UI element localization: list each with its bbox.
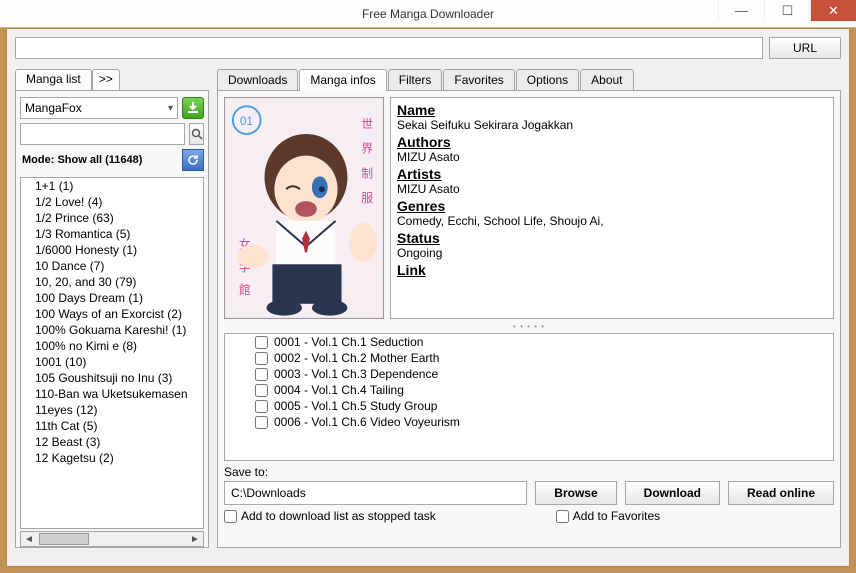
list-item[interactable]: 1/3 Romantica (5) xyxy=(21,226,203,242)
tab-favorites[interactable]: Favorites xyxy=(443,69,514,91)
search-input[interactable] xyxy=(20,123,185,145)
chapter-label: 0006 - Vol.1 Ch.6 Video Voyeurism xyxy=(274,415,460,429)
list-item[interactable]: 1+1 (1) xyxy=(21,178,203,194)
info-genres-header: Genres xyxy=(397,198,827,214)
info-status-header: Status xyxy=(397,230,827,246)
list-item[interactable]: 1/2 Love! (4) xyxy=(21,194,203,210)
read-online-button[interactable]: Read online xyxy=(728,481,834,505)
add-favorites-checkbox[interactable]: Add to Favorites xyxy=(556,509,660,523)
chapter-row[interactable]: 0005 - Vol.1 Ch.5 Study Group xyxy=(225,398,833,414)
manga-list[interactable]: 1+1 (1)1/2 Love! (4)1/2 Prince (63)1/3 R… xyxy=(20,177,204,529)
svg-text:世: 世 xyxy=(361,117,373,131)
source-dropdown[interactable]: MangaFox ▾ xyxy=(20,97,178,119)
tab-about[interactable]: About xyxy=(580,69,633,91)
chapter-label: 0003 - Vol.1 Ch.3 Dependence xyxy=(274,367,438,381)
splitter[interactable]: • • • • • xyxy=(226,323,832,329)
save-path-input[interactable] xyxy=(224,481,527,505)
info-artists-value: MIZU Asato xyxy=(397,182,827,196)
mode-label: Mode: Show all (11648) xyxy=(20,154,142,166)
info-authors-header: Authors xyxy=(397,134,827,150)
list-item[interactable]: 11th Cat (5) xyxy=(21,418,203,434)
update-source-button[interactable] xyxy=(182,97,204,119)
chapter-label: 0004 - Vol.1 Ch.4 Tailing xyxy=(274,383,404,397)
svg-text:界: 界 xyxy=(361,142,373,156)
download-arrow-icon xyxy=(187,102,199,114)
chapter-checkbox[interactable] xyxy=(255,368,268,381)
refresh-button[interactable] xyxy=(182,149,204,171)
svg-text:制: 制 xyxy=(361,166,373,180)
info-authors-value: MIZU Asato xyxy=(397,150,827,164)
search-button[interactable] xyxy=(189,123,204,145)
chapter-label: 0001 - Vol.1 Ch.1 Seduction xyxy=(274,335,423,349)
list-item[interactable]: 12 Kagetsu (2) xyxy=(21,450,203,466)
cover-image: 世 界 制 服 女 学 館 01 xyxy=(224,97,384,319)
tab-manga-infos[interactable]: Manga infos xyxy=(299,69,386,91)
chapter-checkbox[interactable] xyxy=(255,352,268,365)
add-favorites-input[interactable] xyxy=(556,510,569,523)
tab-downloads[interactable]: Downloads xyxy=(217,69,298,91)
info-status-value: Ongoing xyxy=(397,246,827,260)
url-button[interactable]: URL xyxy=(769,37,841,59)
chapter-checkbox[interactable] xyxy=(255,416,268,429)
scroll-left-icon[interactable]: ◄ xyxy=(21,532,37,546)
list-item[interactable]: 11eyes (12) xyxy=(21,402,203,418)
info-panel[interactable]: Name Sekai Seifuku Sekirara Jogakkan Aut… xyxy=(390,97,834,319)
chapter-row[interactable]: 0003 - Vol.1 Ch.3 Dependence xyxy=(225,366,833,382)
info-artists-header: Artists xyxy=(397,166,827,182)
list-item[interactable]: 1001 (10) xyxy=(21,354,203,370)
chapter-checkbox[interactable] xyxy=(255,384,268,397)
search-icon xyxy=(191,128,203,140)
chapter-label: 0002 - Vol.1 Ch.2 Mother Earth xyxy=(274,351,439,365)
tab-expand[interactable]: >> xyxy=(92,69,120,91)
list-item[interactable]: 105 Goushitsuji no Inu (3) xyxy=(21,370,203,386)
list-item[interactable]: 100 Ways of an Exorcist (2) xyxy=(21,306,203,322)
list-item[interactable]: 100% no Kimi e (8) xyxy=(21,338,203,354)
list-item[interactable]: 1/2 Prince (63) xyxy=(21,210,203,226)
list-item[interactable]: 110-Ban wa Uketsukemasen xyxy=(21,386,203,402)
svg-text:01: 01 xyxy=(240,114,254,128)
titlebar[interactable]: Free Manga Downloader — ☐ ✕ xyxy=(0,0,856,28)
chapter-label: 0005 - Vol.1 Ch.5 Study Group xyxy=(274,399,437,413)
scroll-right-icon[interactable]: ► xyxy=(187,532,203,546)
svg-text:館: 館 xyxy=(239,283,251,297)
chapter-checkbox[interactable] xyxy=(255,400,268,413)
list-item[interactable]: 100% Gokuama Kareshi! (1) xyxy=(21,322,203,338)
chapter-row[interactable]: 0002 - Vol.1 Ch.2 Mother Earth xyxy=(225,350,833,366)
url-input[interactable] xyxy=(15,37,763,59)
info-link-header: Link xyxy=(397,262,827,278)
tab-options[interactable]: Options xyxy=(516,69,579,91)
list-item[interactable]: 1/6000 Honesty (1) xyxy=(21,242,203,258)
save-to-label: Save to: xyxy=(224,465,834,479)
info-name-value: Sekai Seifuku Sekirara Jogakkan xyxy=(397,118,827,132)
scroll-thumb[interactable] xyxy=(39,533,89,545)
manga-cover-placeholder-icon: 世 界 制 服 女 学 館 01 xyxy=(225,98,383,318)
chapter-row[interactable]: 0004 - Vol.1 Ch.4 Tailing xyxy=(225,382,833,398)
info-genres-value: Comedy, Ecchi, School Life, Shoujo Ai, xyxy=(397,214,827,228)
list-item[interactable]: 10, 20, and 30 (79) xyxy=(21,274,203,290)
tab-filters[interactable]: Filters xyxy=(388,69,443,91)
grip-icon: • • • • • xyxy=(513,322,545,331)
browse-button[interactable]: Browse xyxy=(535,481,616,505)
chapter-row[interactable]: 0006 - Vol.1 Ch.6 Video Voyeurism xyxy=(225,414,833,430)
chevron-down-icon: ▾ xyxy=(168,103,173,114)
tab-manga-list[interactable]: Manga list xyxy=(15,69,92,91)
list-item[interactable]: 100 Days Dream (1) xyxy=(21,290,203,306)
chapter-checkbox[interactable] xyxy=(255,336,268,349)
add-stopped-checkbox[interactable]: Add to download list as stopped task xyxy=(224,509,436,523)
h-scrollbar[interactable]: ◄ ► xyxy=(20,531,204,547)
download-button[interactable]: Download xyxy=(625,481,720,505)
list-item[interactable]: 10 Dance (7) xyxy=(21,258,203,274)
refresh-icon xyxy=(187,154,199,166)
maximize-button[interactable]: ☐ xyxy=(764,0,810,21)
info-name-header: Name xyxy=(397,102,827,118)
minimize-button[interactable]: — xyxy=(718,0,764,21)
chapter-list[interactable]: 0001 - Vol.1 Ch.1 Seduction 0002 - Vol.1 … xyxy=(224,333,834,461)
chapter-row[interactable]: 0001 - Vol.1 Ch.1 Seduction xyxy=(225,334,833,350)
close-button[interactable]: ✕ xyxy=(810,0,856,21)
window-title: Free Manga Downloader xyxy=(362,7,494,21)
list-item[interactable]: 12 Beast (3) xyxy=(21,434,203,450)
svg-text:服: 服 xyxy=(361,191,373,205)
add-stopped-input[interactable] xyxy=(224,510,237,523)
source-value: MangaFox xyxy=(25,101,82,115)
